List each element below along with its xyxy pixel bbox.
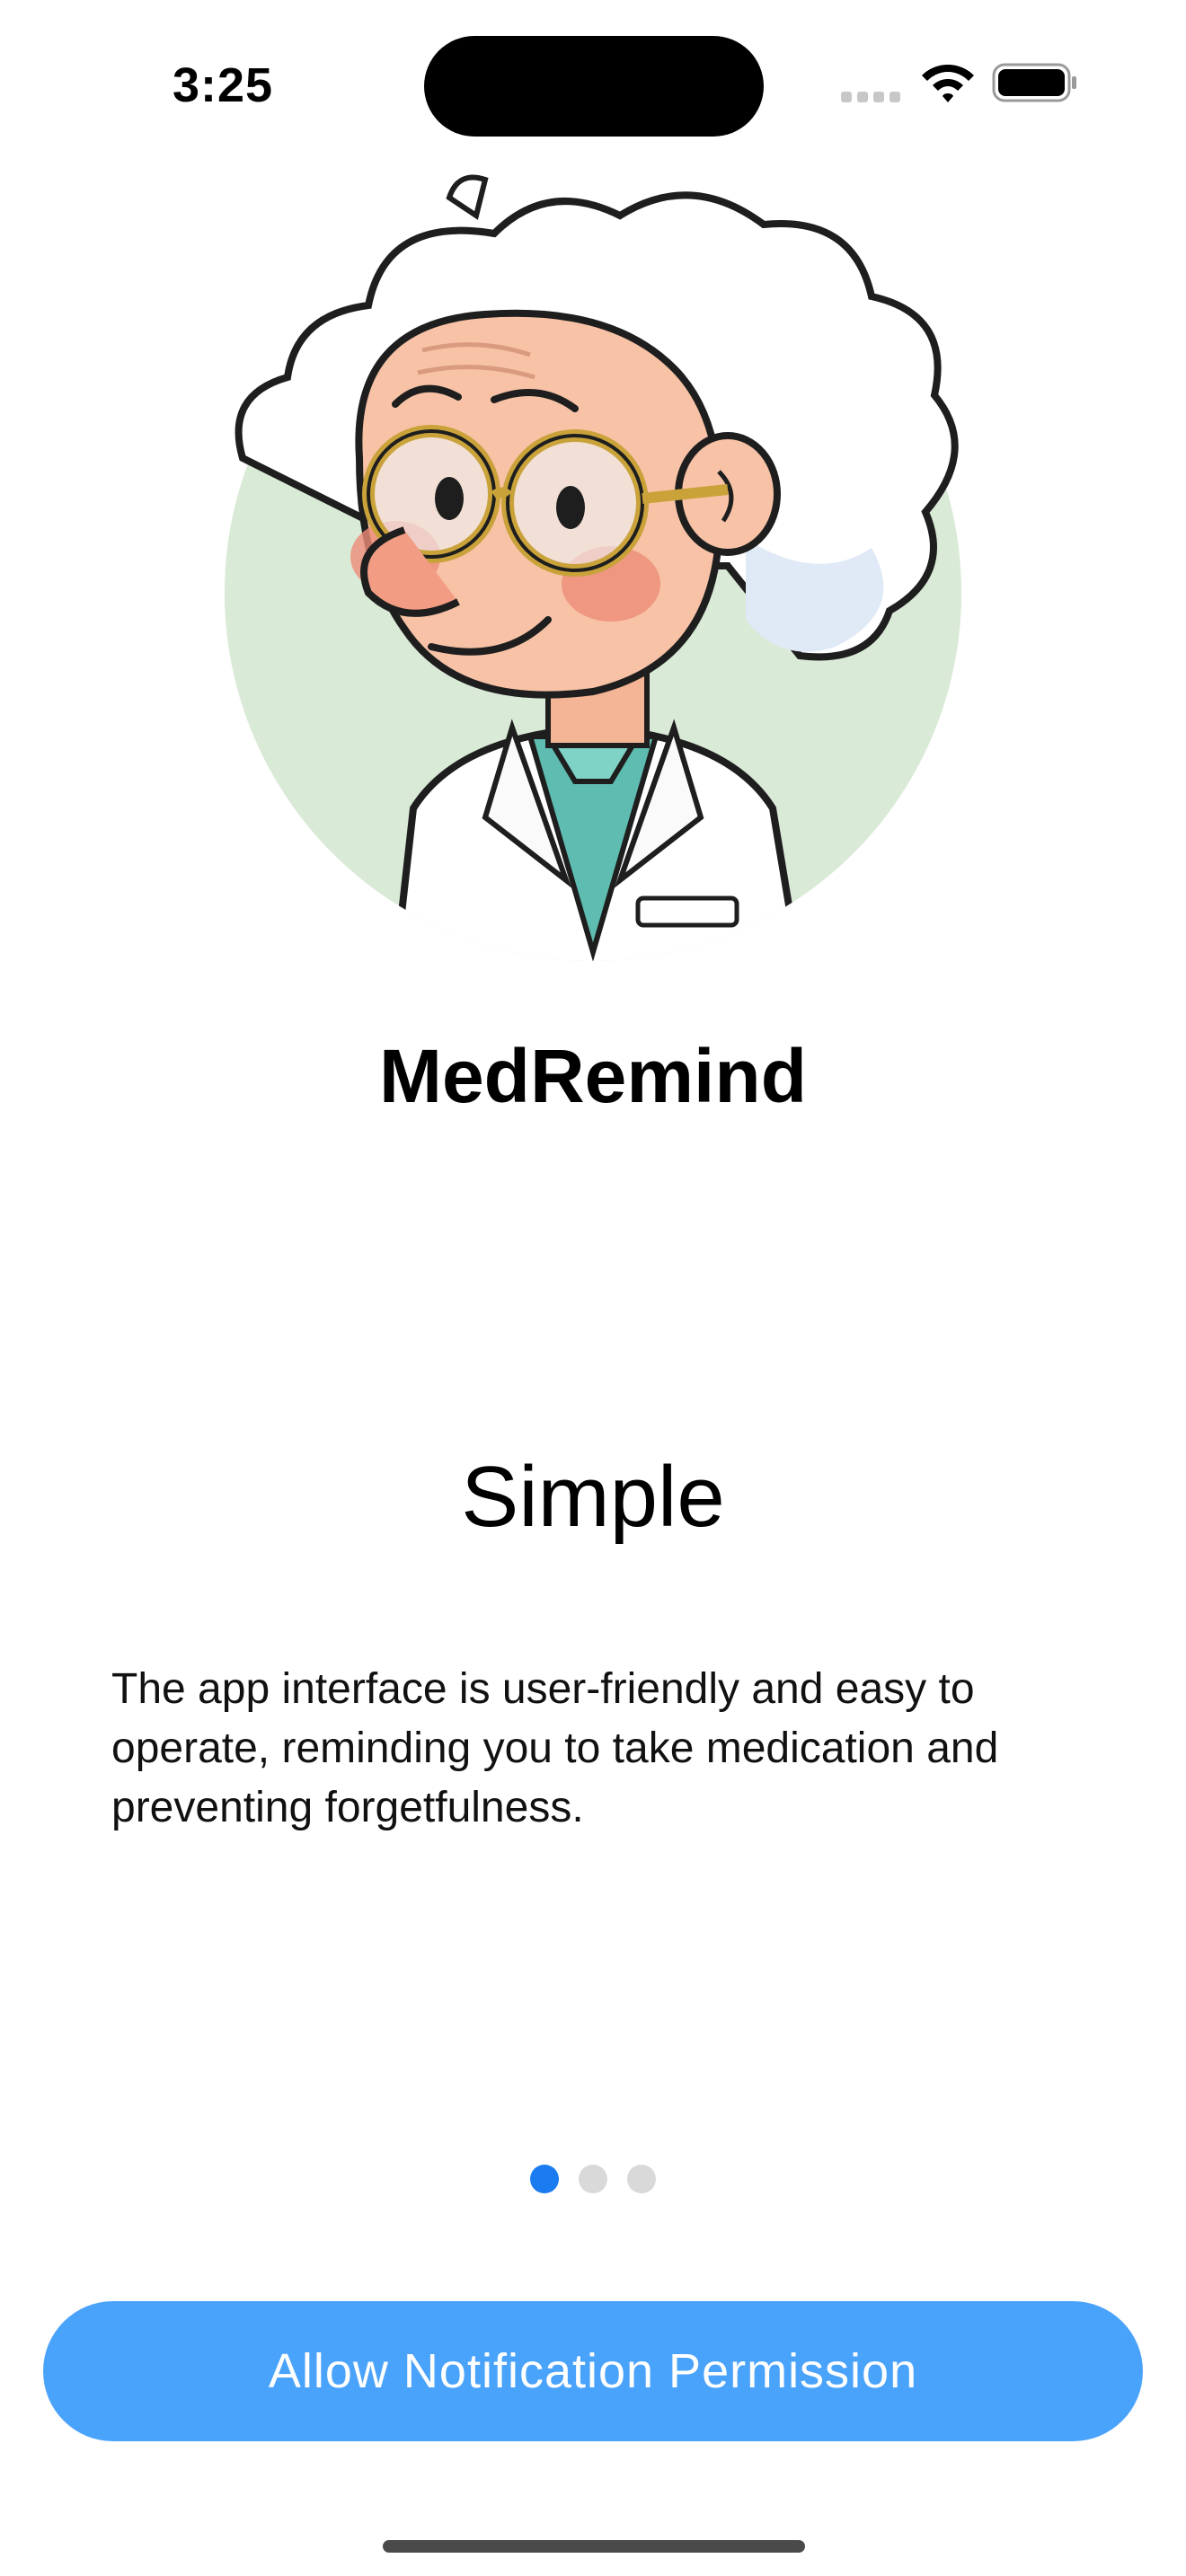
page-dot-3[interactable]	[627, 2165, 656, 2193]
allow-notification-permission-label: Allow Notification Permission	[268, 2344, 918, 2398]
doctor-avatar-illustration	[225, 174, 961, 961]
page-heading: Simple	[461, 1449, 725, 1545]
page-indicator	[530, 2165, 656, 2193]
page-dot-1[interactable]	[530, 2165, 559, 2193]
cellular-signal-icon	[841, 92, 900, 102]
page-dot-2[interactable]	[579, 2165, 607, 2193]
home-indicator[interactable]	[383, 2540, 805, 2553]
page-description: The app interface is user-friendly and e…	[111, 1665, 999, 1831]
dynamic-island	[424, 36, 764, 137]
battery-icon	[992, 63, 1076, 102]
status-time: 3:25	[173, 58, 274, 112]
allow-notification-permission-button[interactable]: Allow Notification Permission	[43, 2301, 1143, 2441]
wifi-icon	[922, 65, 974, 102]
app-title: MedRemind	[378, 1034, 808, 1118]
